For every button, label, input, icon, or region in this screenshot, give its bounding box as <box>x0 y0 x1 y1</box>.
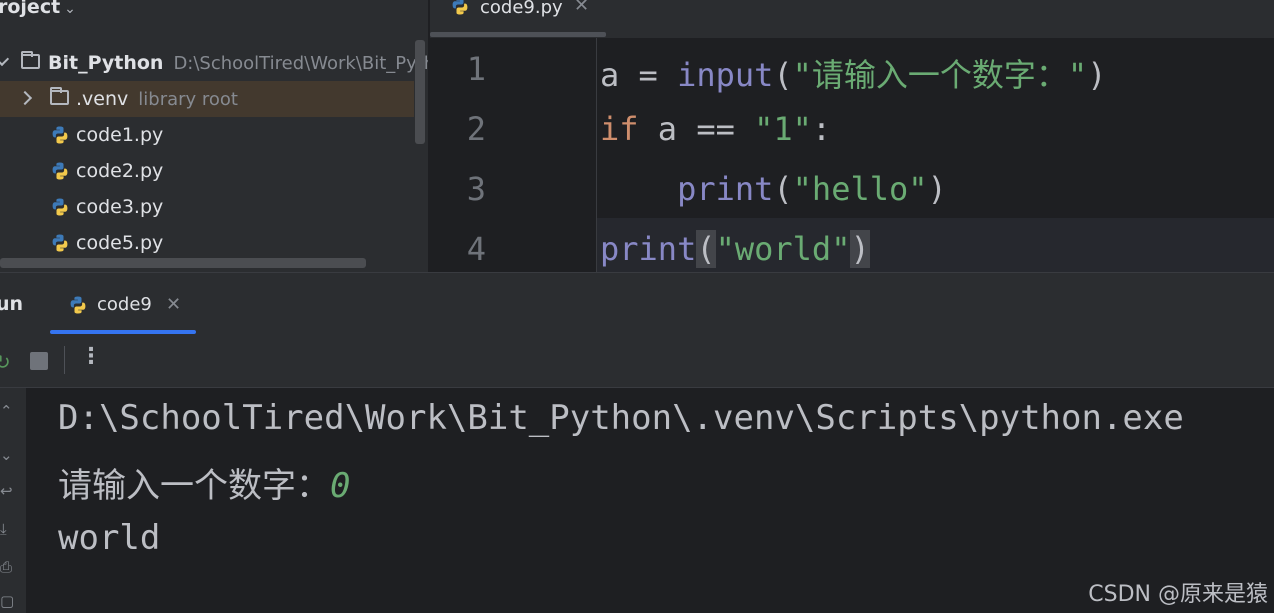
scroll-down-icon[interactable]: ⌄ <box>0 446 13 464</box>
python-file-icon <box>52 162 68 180</box>
print-icon[interactable]: ⎙ <box>0 558 12 576</box>
run-tool-window-header: un code9 ✕ <box>0 272 1274 335</box>
code-token-paren: ) <box>1087 56 1107 94</box>
line-number: 4 <box>466 230 486 268</box>
run-panel-title: un <box>0 293 24 315</box>
editor-tab-bar: code9.py ✕ <box>430 0 1274 38</box>
project-panel: roject ⌄ Bit_Python D:\SchoolTired\Work\Bi… <box>0 0 428 272</box>
line-number: 3 <box>466 170 486 208</box>
console-side-toolbar: ⌃ ⌄ ↩ ⤓ ⎙ ▢ <box>0 388 26 613</box>
console-prompt-text: 请输入一个数字： <box>58 466 330 506</box>
console-output[interactable]: D:\SchoolTired\Work\Bit_Python\.venv\Scr… <box>26 388 1274 613</box>
tree-item-label: Bit_Python <box>48 52 164 74</box>
close-icon[interactable]: ✕ <box>574 0 589 16</box>
trash-icon[interactable]: ▢ <box>0 592 14 610</box>
code-line-3[interactable]: print("hello") <box>600 170 947 208</box>
code-token-function: input <box>677 56 774 94</box>
line-number-gutter: 1 2 3 4 <box>430 38 597 272</box>
code-token-string: "world" <box>715 230 851 268</box>
code-token-string: "hello" <box>792 170 928 208</box>
code-token-string: "1" <box>754 110 812 148</box>
folder-icon <box>50 87 69 105</box>
more-options-icon[interactable]: ⋮ <box>80 344 102 369</box>
tree-item-code1[interactable]: code1.py <box>0 117 428 153</box>
code-token-paren-matched: ) <box>850 230 870 268</box>
tree-item-code2[interactable]: code2.py <box>0 153 428 189</box>
tree-item-label: code3.py <box>76 196 164 218</box>
close-icon[interactable]: ✕ <box>166 294 181 315</box>
toolbar-separator <box>64 346 65 374</box>
tab-active-indicator <box>430 32 606 37</box>
rerun-icon[interactable]: ↻ <box>0 350 11 374</box>
run-toolbar <box>0 335 1274 388</box>
tree-item-path: D:\SchoolTired\Work\Bit_Pythor <box>173 53 428 74</box>
tree-item-code5[interactable]: code5.py <box>0 225 428 261</box>
tree-item-label: .venv <box>76 88 129 110</box>
run-tab-code9[interactable]: code9 ✕ <box>50 273 196 335</box>
project-panel-title[interactable]: roject ⌄ <box>0 0 76 18</box>
python-file-icon <box>70 296 86 314</box>
tree-item-label: code2.py <box>76 160 164 182</box>
run-tab-label: code9 <box>97 294 152 315</box>
tree-item-code3[interactable]: code3.py <box>0 189 428 225</box>
console-line-output: world <box>58 518 161 558</box>
console-line-command: D:\SchoolTired\Work\Bit_Python\.venv\Scr… <box>58 398 1184 438</box>
tree-item-hint: library root <box>138 89 238 110</box>
code-token-paren: ) <box>927 170 947 208</box>
chevron-down-icon[interactable]: ⌄ <box>64 1 76 17</box>
chevron-down-icon[interactable] <box>0 51 10 67</box>
vertical-scrollbar[interactable] <box>415 40 425 144</box>
code-token-paren: ( <box>773 56 793 94</box>
code-token-keyword: if <box>600 110 639 148</box>
code-token-expression: a == <box>638 110 755 148</box>
tree-item-label: code5.py <box>76 232 164 254</box>
code-token-colon: : <box>811 110 832 148</box>
tree-item-label: code1.py <box>76 124 164 146</box>
line-number: 2 <box>466 110 486 148</box>
folder-icon <box>21 51 40 69</box>
project-title-text: roject <box>0 0 61 18</box>
code-token-paren-matched: ( <box>696 230 716 268</box>
code-editor[interactable]: code9.py ✕ 1 2 3 4 a = input("请输入一个数字：")… <box>430 0 1274 272</box>
line-number: 1 <box>466 50 486 88</box>
python-file-icon <box>52 126 68 144</box>
tree-item-bit-python[interactable]: Bit_Python D:\SchoolTired\Work\Bit_Pythor <box>0 45 428 81</box>
code-token-function: print <box>677 170 774 208</box>
run-tab-active-indicator <box>50 330 196 334</box>
console-line-prompt: 请输入一个数字：0 <box>58 458 350 507</box>
python-file-icon <box>52 234 68 252</box>
watermark: CSDN @原来是猿 <box>1088 582 1268 607</box>
soft-wrap-icon[interactable]: ↩ <box>0 482 13 500</box>
code-token-string: "请输入一个数字：" <box>792 56 1088 94</box>
code-line-1[interactable]: a = input("请输入一个数字：") <box>600 50 1106 96</box>
python-file-icon <box>52 198 68 216</box>
stop-icon[interactable] <box>30 352 48 370</box>
code-line-2[interactable]: if a == "1": <box>600 110 831 148</box>
scroll-to-end-icon[interactable]: ⤓ <box>0 520 7 538</box>
tab-label: code9.py <box>480 0 563 18</box>
code-token-function: print <box>600 230 697 268</box>
tree-item-venv[interactable]: .venv library root <box>0 81 414 117</box>
code-line-4[interactable]: print("world") <box>600 230 870 268</box>
code-token-variable: a <box>600 56 620 94</box>
code-token-paren: ( <box>773 170 793 208</box>
horizontal-scrollbar[interactable] <box>0 258 366 268</box>
scroll-up-icon[interactable]: ⌃ <box>0 402 13 420</box>
python-file-icon <box>452 0 468 15</box>
chevron-right-icon[interactable] <box>17 90 33 106</box>
code-token-operator: = <box>619 56 678 94</box>
console-user-input: 0 <box>330 466 351 506</box>
